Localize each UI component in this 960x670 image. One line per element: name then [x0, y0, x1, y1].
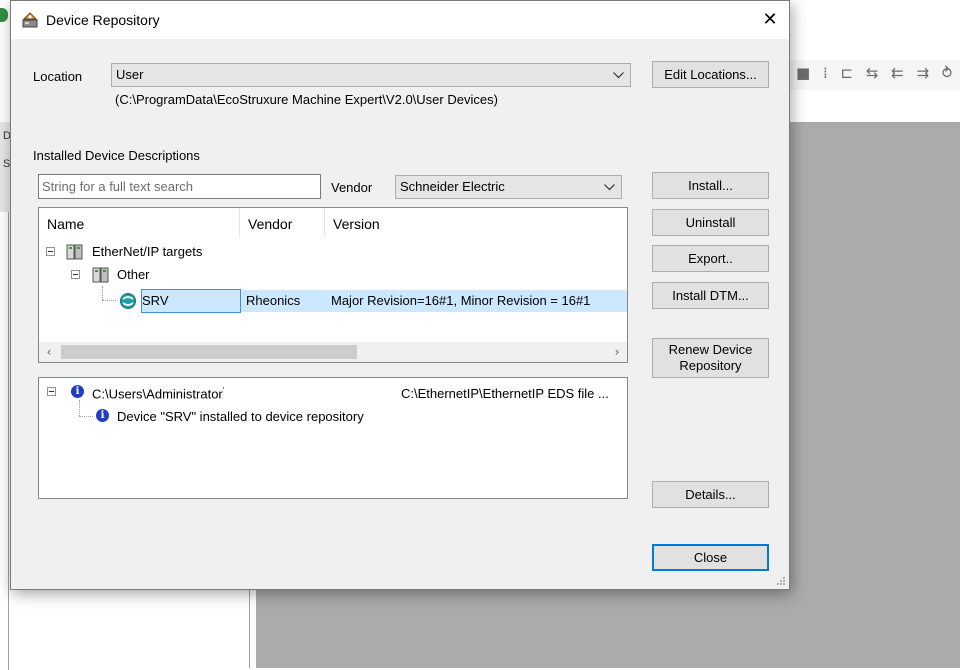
chevron-down-icon: [604, 176, 615, 191]
install-dtm-button[interactable]: Install DTM...: [652, 282, 769, 309]
device-repository-dialog: Device Repository ✕ Location User (C:\Pr…: [10, 0, 790, 590]
location-path: (C:\ProgramData\EcoStruxure Machine Expe…: [115, 92, 498, 107]
tree-item-ethernetip-targets[interactable]: EtherNet/IP targets: [39, 241, 627, 263]
chevron-right-icon[interactable]: ›: [609, 344, 625, 360]
chevron-left-icon[interactable]: ‹: [41, 344, 57, 360]
device-icon: [120, 293, 136, 309]
message-detail-text: Device "SRV" installed to device reposit…: [117, 409, 364, 424]
device-vendor: Rheonics: [246, 293, 301, 308]
export-button[interactable]: Export..: [652, 245, 769, 272]
device-tree-list[interactable]: Name Vendor Version EtherNet/IP targets: [38, 207, 628, 363]
column-header-name[interactable]: Name: [39, 208, 240, 238]
renew-button-line1: Renew Device: [668, 342, 753, 357]
device-version: Major Revision=16#1, Minor Revision = 16…: [331, 293, 591, 308]
message-item-detail[interactable]: Device "SRV" installed to device reposit…: [39, 406, 627, 428]
message-item-source[interactable]: C:\Users\Administrator' C:\EthernetIP\Et…: [39, 383, 627, 405]
installed-descriptions-label: Installed Device Descriptions: [33, 148, 200, 163]
details-button[interactable]: Details...: [652, 481, 769, 508]
app-toolbar: ■ ⁞ ⊏ ⇆ ⇇ ⇉ ⥁: [790, 60, 960, 90]
horizontal-scrollbar[interactable]: ‹ ›: [39, 342, 627, 362]
vendor-dropdown[interactable]: Schneider Electric: [395, 175, 622, 199]
collapse-icon[interactable]: [71, 270, 80, 279]
tree-item-label: EtherNet/IP targets: [92, 244, 203, 259]
device-repository-icon: [22, 12, 38, 28]
vendor-selected-value: Schneider Electric: [400, 179, 505, 194]
location-selected-value: User: [116, 67, 144, 82]
search-input[interactable]: [42, 176, 320, 197]
message-source-path: C:\Users\Administrator': [92, 386, 225, 402]
tree-item-other[interactable]: Other: [39, 264, 627, 286]
full-text-search-input[interactable]: [38, 174, 321, 199]
device-folder-icon: [92, 267, 109, 283]
uninstall-button[interactable]: Uninstall: [652, 209, 769, 236]
edit-locations-button[interactable]: Edit Locations...: [652, 61, 769, 88]
collapse-icon[interactable]: [46, 247, 55, 256]
column-header-vendor[interactable]: Vendor: [240, 208, 325, 238]
chevron-down-icon: [613, 64, 624, 79]
column-header-version[interactable]: Version: [325, 208, 627, 238]
location-label: Location: [33, 69, 83, 84]
toolbar-icons[interactable]: ■ ⁞ ⊏ ⇆ ⇇ ⇉ ⥁: [796, 64, 956, 82]
tree-item-srv[interactable]: SRV Rheonics Major Revision=16#1, Minor …: [39, 290, 627, 312]
renew-device-repository-button[interactable]: Renew Device Repository: [652, 338, 769, 378]
install-messages-list[interactable]: i C:\Users\Administrator' C:\EthernetIP\…: [38, 377, 628, 499]
device-list-header: Name Vendor Version: [39, 208, 627, 238]
vendor-filter-label: Vendor: [331, 180, 373, 195]
tree-item-label: Other: [117, 267, 150, 282]
dialog-title: Device Repository: [46, 12, 160, 28]
install-button[interactable]: Install...: [652, 172, 769, 199]
location-dropdown[interactable]: User: [111, 63, 631, 87]
renew-button-line2: Repository: [679, 358, 742, 373]
device-folder-icon: [66, 244, 83, 260]
device-name: SRV: [142, 293, 169, 308]
scrollbar-thumb[interactable]: [61, 345, 357, 359]
resize-grip-icon[interactable]: [776, 576, 786, 586]
message-file-path: C:\EthernetIP\EthernetIP EDS file ...: [401, 386, 609, 401]
close-button[interactable]: Close: [652, 544, 769, 571]
dialog-titlebar: Device Repository ✕: [11, 1, 789, 39]
close-icon[interactable]: ✕: [753, 5, 787, 35]
